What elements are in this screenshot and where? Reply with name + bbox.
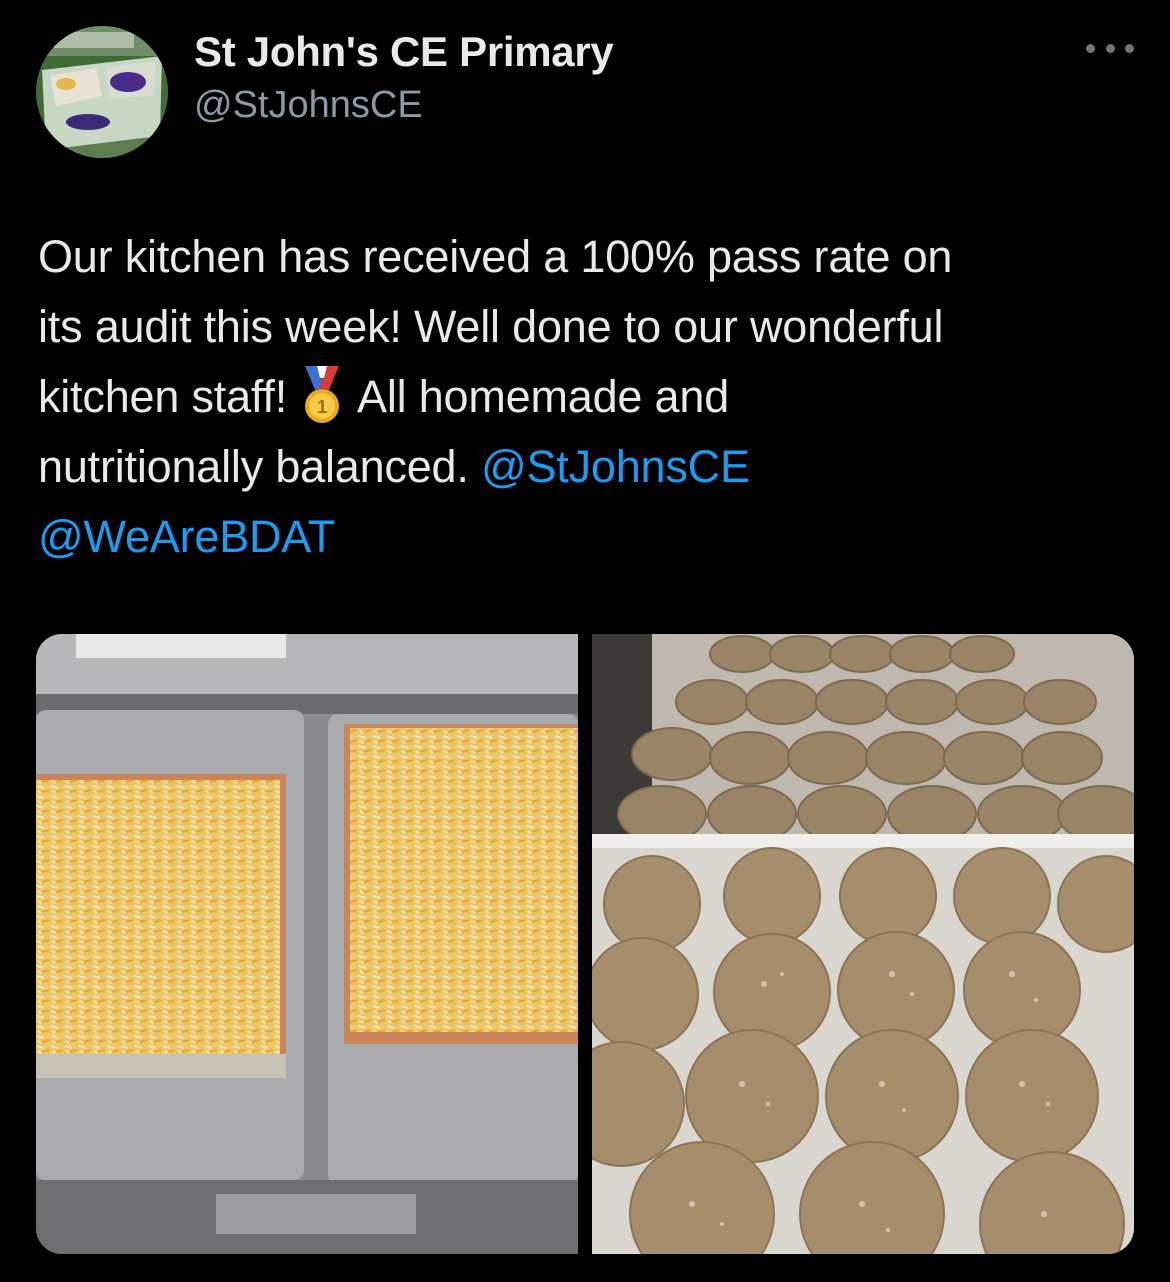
tweet-text-line: @WeAreBDAT [38,502,1138,572]
tweet-text-line: its audit this week! Well done to our wo… [38,301,944,352]
pizza-trays-image [36,634,578,1254]
tweet-media-grid [36,634,1134,1254]
tweet-text-line: Our kitchen has received a 100% pass rat… [38,231,953,282]
more-horizontal-icon [1086,43,1095,53]
muffins-image [592,634,1134,1254]
mention-link[interactable]: @StJohnsCE [481,441,750,492]
tweet-text-line: nutritionally balanced. @StJohnsCE [38,432,1138,502]
more-options-button[interactable] [1086,36,1134,60]
more-horizontal-icon [1105,43,1115,53]
tweet-text-segment: nutritionally balanced. [38,441,469,492]
first-place-medal-icon: 1 [305,366,340,423]
more-horizontal-icon [1125,43,1134,53]
tweet-text-line: kitchen staff! 1 All homemade and [38,362,1138,432]
tweet-text-segment: kitchen staff! [38,371,288,422]
muffins-photo[interactable] [592,634,1134,1254]
author-handle[interactable]: @StJohnsCE [194,84,423,127]
author-display-name[interactable]: St John's CE Primary [194,28,614,76]
svg-text:1: 1 [317,397,327,417]
tweet-text-segment: All homemade and [357,371,730,422]
school-logo-avatar-icon [36,26,168,158]
author-avatar[interactable] [36,26,168,158]
mention-link[interactable]: @WeAreBDAT [38,511,335,562]
pizza-trays-photo[interactable] [36,634,578,1254]
tweet-text: Our kitchen has received a 100% pass rat… [38,222,1138,572]
